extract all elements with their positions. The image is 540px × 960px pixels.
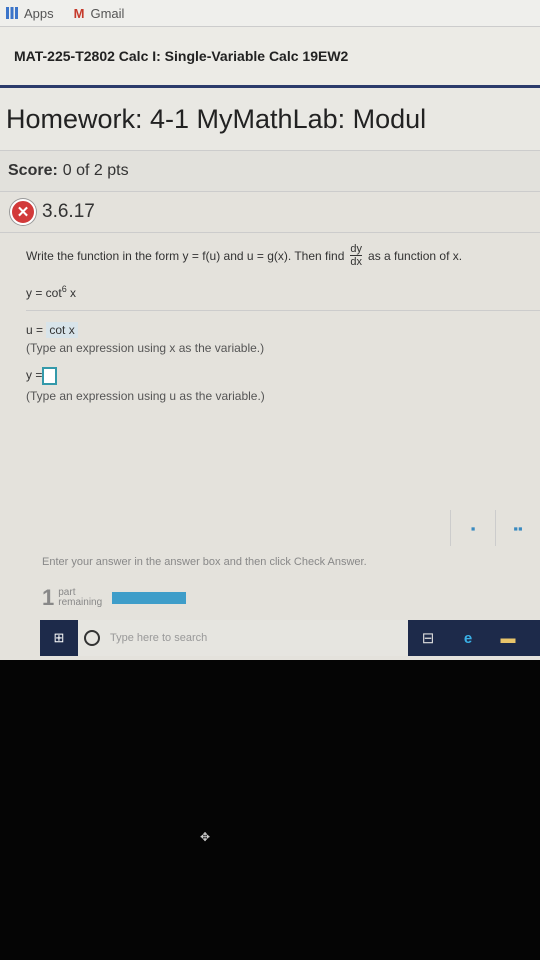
instr-text: Write the function in the form y = f(u) … [26, 248, 345, 263]
bookmarks-bar: Apps M Gmail [0, 0, 540, 27]
score-value: 0 of 2 pts [62, 162, 129, 179]
frac-den: dx [350, 256, 363, 268]
func-exp: 6 [61, 284, 67, 294]
taskbar: Type here to search ⊟ e ▬ [40, 620, 540, 656]
u-label: u = [26, 323, 44, 337]
u-answer[interactable]: cot x [46, 322, 78, 338]
y-answer-row: y = [26, 367, 540, 385]
parts-label-2: remaining [58, 597, 103, 608]
bookmark-apps[interactable]: Apps [6, 6, 54, 21]
cortana-icon [84, 630, 100, 646]
gmail-icon: M [73, 5, 85, 21]
function: y = cot6 x [26, 284, 540, 311]
fraction-tool-button[interactable]: ▪ [450, 510, 495, 546]
cursor-icon: ✥ [200, 830, 211, 844]
math-toolbar: ▪ ▪▪ [450, 510, 540, 546]
incorrect-x-icon: ✕ [10, 199, 36, 225]
instr-text-after: as a function of x. [368, 248, 463, 263]
y-answer-input[interactable] [42, 367, 58, 385]
parts-remaining: 1 part remaining [42, 585, 187, 611]
y-label: y = [26, 368, 43, 383]
mixed-number-tool-button[interactable]: ▪▪ [495, 510, 540, 546]
windows-start-icon[interactable]: ⊞ [40, 620, 78, 656]
homework-title: Homework: 4-1 MyMathLab: Modul [0, 85, 540, 150]
func-base: y = cot [26, 286, 62, 300]
frac-num: dy [350, 243, 363, 256]
parts-progress-bar [112, 592, 187, 604]
taskbar-search[interactable]: Type here to search [78, 620, 408, 656]
u-hint: (Type an expression using x as the varia… [26, 341, 265, 355]
score-label: Score: [8, 162, 58, 179]
instructions: Write the function in the form y = f(u) … [26, 243, 540, 268]
enter-answer-text: Enter your answer in the answer box and … [42, 556, 367, 568]
search-placeholder: Type here to search [110, 632, 208, 644]
apps-grid-icon [6, 7, 18, 19]
y-hint: (Type an expression using u as the varia… [26, 389, 265, 403]
question-id: 3.6.17 [42, 201, 95, 222]
file-explorer-icon[interactable]: ▬ [488, 630, 528, 647]
dy-dx-fraction: dy dx [350, 243, 363, 268]
task-view-icon[interactable]: ⊟ [408, 629, 448, 647]
func-var: x [70, 286, 77, 300]
screen: Apps M Gmail MAT-225-T2802 Calc I: Single… [0, 0, 540, 660]
course-title: MAT-225-T2802 Calc I: Single-Variable Ca… [0, 27, 540, 85]
bookmark-label: Apps [24, 5, 54, 21]
question-header: ✕ 3.6.17 [0, 192, 540, 233]
score: Score: 0 of 2 pts [0, 150, 540, 192]
bookmark-gmail[interactable]: M Gmail [74, 6, 125, 21]
parts-count: 1 [42, 585, 55, 610]
u-answer-row: u = cot x [26, 322, 540, 338]
bookmark-label: Gmail [90, 5, 125, 21]
parts-label: part remaining [58, 588, 102, 608]
edge-icon[interactable]: e [448, 630, 488, 647]
